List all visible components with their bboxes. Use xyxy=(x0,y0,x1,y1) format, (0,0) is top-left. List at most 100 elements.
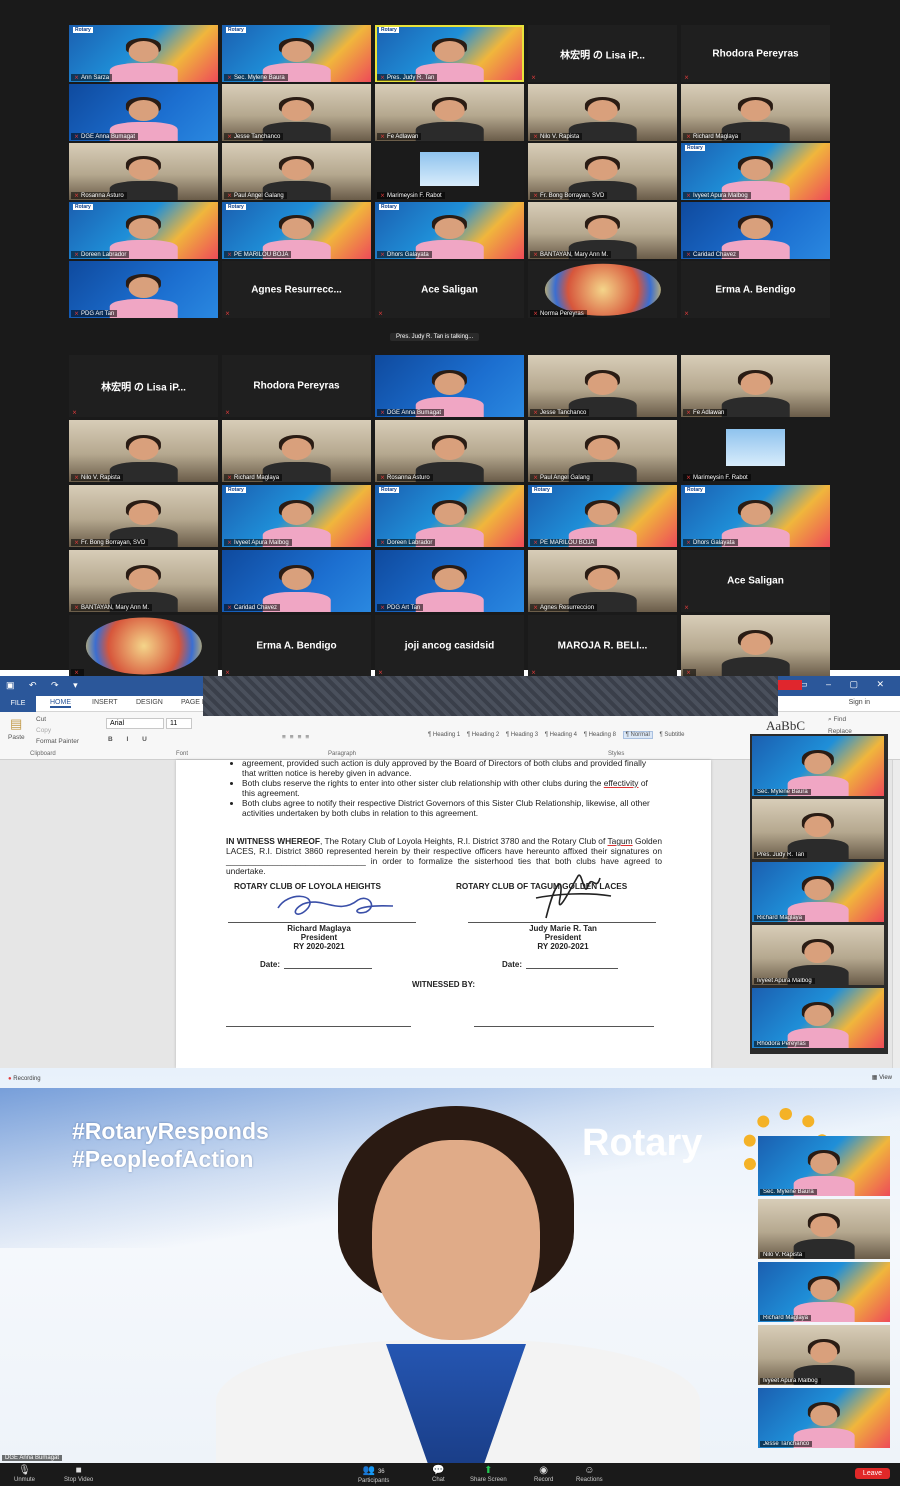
leave-button[interactable]: Leave xyxy=(854,1468,890,1479)
grid2-tile[interactable]: ⨯ Fr. Bong Borrayan, SVD xyxy=(69,485,218,547)
paragraph-align-buttons[interactable]: ≡≡≡≡ xyxy=(282,734,313,741)
style-normal[interactable]: ¶ Normal xyxy=(622,731,653,739)
view-button[interactable]: ▦ View xyxy=(872,1074,892,1081)
grid1-tile[interactable]: Ace Saligan ⨯ xyxy=(375,261,524,318)
style-heading-1[interactable]: ¶ Heading 1 xyxy=(428,732,460,738)
grid1-tile[interactable]: ⨯ Jesse Tanchanco xyxy=(222,84,371,141)
copy-button[interactable]: Copy xyxy=(36,727,51,734)
participants-button[interactable]: 👥 36 Participants xyxy=(358,1465,389,1484)
grid2-tile[interactable]: 林宏明 の Lisa iP... ⨯ xyxy=(69,355,218,417)
grid2-tile[interactable]: Rotary ⨯ Ivyeet Apura Malbog xyxy=(222,485,371,547)
format-painter-button[interactable]: Format Painter xyxy=(36,738,79,745)
grid1-tile[interactable]: ⨯ Fe Adlawan xyxy=(375,84,524,141)
grid2-tile[interactable]: ⨯ xyxy=(681,615,830,677)
tab-file[interactable]: FILE xyxy=(0,696,36,712)
grid2-tile[interactable]: ⨯ Rosanna Asturo xyxy=(375,420,524,482)
grid2-tile[interactable]: Rotary ⨯ Doreen Labrador xyxy=(375,485,524,547)
grid1-tile[interactable]: ⨯ Nilo V. Rapista xyxy=(528,84,677,141)
share-screen-button[interactable]: ⬆ Share Screen xyxy=(470,1465,507,1483)
grid2-tile[interactable]: ⨯ Nilo V. Rapista xyxy=(69,420,218,482)
grid1-tile[interactable]: Rotary ⨯ Pres. Judy R. Tan xyxy=(375,25,524,82)
speaker.strip-thumbnail[interactable]: Sec. Mylene Baura xyxy=(758,1136,890,1196)
grid2-tile[interactable]: ⨯ Agnes Resurreccion xyxy=(528,550,677,612)
grid1-tile[interactable]: Agnes Resurrecc... ⨯ xyxy=(222,261,371,318)
grid1-tile[interactable]: ⨯ Richard Maglaya xyxy=(681,84,830,141)
grid1-tile[interactable]: Erma A. Bendigo ⨯ xyxy=(681,261,830,318)
stop-video-label: Stop Video xyxy=(64,1477,94,1483)
font-name-box[interactable]: Arial xyxy=(106,718,164,729)
unmute-button[interactable]: 🎙 Unmute xyxy=(14,1465,35,1483)
cut-button[interactable]: Cut xyxy=(36,716,46,723)
reactions-button[interactable]: ☺ Reactions xyxy=(576,1465,603,1483)
grid2-tile[interactable]: Ace Saligan ⨯ xyxy=(681,550,830,612)
grid2-tile[interactable]: ⨯ Fe Adlawan xyxy=(681,355,830,417)
grid1-tile[interactable]: ⨯ Norma Pereyras xyxy=(528,261,677,318)
grid2-tile[interactable]: ⨯ BANTAYAN, Mary Ann M. xyxy=(69,550,218,612)
word.side-thumbnail[interactable]: Ivyeet Apura Malbog xyxy=(752,925,884,985)
mic-muted-icon: 🎙 xyxy=(18,1465,31,1476)
grid1-tile[interactable]: Rotary ⨯ Ivyeet Apura Malbog xyxy=(681,143,830,200)
grid2-tile[interactable]: ⨯ DGE Anna Bumagat xyxy=(375,355,524,417)
grid1-tile[interactable]: ⨯ Caridad Chavez xyxy=(681,202,830,259)
grid2-tile[interactable]: ⨯ Jesse Tanchanco xyxy=(528,355,677,417)
grid2-tile[interactable]: ⨯ Richard Maglaya xyxy=(222,420,371,482)
grid1-tile[interactable]: Rotary ⨯ Doreen Labrador xyxy=(69,202,218,259)
paste-button[interactable]: Paste xyxy=(8,734,25,741)
word.side-thumbnail[interactable]: Richard Maglaya xyxy=(752,862,884,922)
document-page[interactable]: agreement, provided such action is duly … xyxy=(176,758,711,1068)
grid1-tile[interactable]: ⨯ Fr. Bong Borrayan, SVD xyxy=(528,143,677,200)
grid2-tile[interactable]: ⨯ PDG Art Tan xyxy=(375,550,524,612)
styles-gallery[interactable]: ¶ Heading 1 ¶ Heading 2 ¶ Heading 3 ¶ He… xyxy=(428,731,689,746)
font-size-box[interactable]: 11 xyxy=(166,718,192,729)
grid2-tile[interactable]: ⨯ xyxy=(69,615,218,677)
grid1-tile[interactable]: ⨯ DGE Anna Bumagat xyxy=(69,84,218,141)
tab-design[interactable]: DESIGN xyxy=(136,699,163,706)
style-heading-4[interactable]: ¶ Heading 4 xyxy=(545,732,577,738)
grid1-tile[interactable]: ⨯ Rosanna Asturo xyxy=(69,143,218,200)
grid1-tile[interactable]: ⨯ Marimeysin F. Rabot xyxy=(375,143,524,200)
record-button[interactable]: ◉ Record xyxy=(534,1465,553,1483)
grid1-tile[interactable]: ⨯ PDG Art Tan xyxy=(69,261,218,318)
paste-icon[interactable]: ▤ xyxy=(10,716,22,732)
word.side-thumbnail[interactable]: Pres. Judy R. Tan xyxy=(752,799,884,859)
speaker.strip-thumbnail[interactable]: Richard Maglaya xyxy=(758,1262,890,1322)
sign-in-link[interactable]: Sign in xyxy=(849,699,870,706)
style-heading-8[interactable]: ¶ Heading 8 xyxy=(584,732,616,738)
grid1-tile[interactable]: Rotary ⨯ Ann Sarza xyxy=(69,25,218,82)
grid2-tile[interactable]: Erma A. Bendigo ⨯ xyxy=(222,615,371,677)
grid2-tile[interactable]: Rhodora Pereyras ⨯ xyxy=(222,355,371,417)
style-subtitle[interactable]: ¶ Subtitle xyxy=(660,732,685,738)
grid2-tile[interactable]: ⨯ Paul Angel Galang xyxy=(528,420,677,482)
font-format-buttons[interactable]: B I U xyxy=(108,736,153,743)
grid2-tile[interactable]: Rotary ⨯ PE MARILOU BOJA xyxy=(528,485,677,547)
participant-name-label: ⨯ xyxy=(71,669,85,676)
find-button[interactable]: ⌕ Find xyxy=(828,716,846,724)
tab-insert[interactable]: INSERT xyxy=(92,699,118,706)
grid1-tile[interactable]: Rotary ⨯ Dhors Galayata xyxy=(375,202,524,259)
stop-video-button[interactable]: ■ Stop Video xyxy=(64,1465,93,1483)
tab-home[interactable]: HOME xyxy=(50,699,71,708)
sky-image xyxy=(725,429,786,467)
grid1-tile[interactable]: Rotary ⨯ Sec. Mylene Baura xyxy=(222,25,371,82)
document-scrollbar[interactable] xyxy=(892,760,900,1068)
quick-access-icons[interactable]: ▣ ↶ ↷ ▾ xyxy=(6,680,84,691)
grid1-tile[interactable]: Rhodora Pereyras ⨯ xyxy=(681,25,830,82)
chat-button[interactable]: 💬 Chat xyxy=(432,1465,445,1483)
grid2-tile[interactable]: joji ancog casidsid ⨯ xyxy=(375,615,524,677)
grid1-tile[interactable]: ⨯ BANTAYAN, Mary Ann M. xyxy=(528,202,677,259)
grid1-tile[interactable]: 林宏明 の Lisa iP... ⨯ xyxy=(528,25,677,82)
word.side-thumbnail[interactable]: Rhodora Pereyras xyxy=(752,988,884,1048)
speaker.strip-thumbnail[interactable]: Nilo V. Rapista xyxy=(758,1199,890,1259)
style-preview[interactable]: AaBbC xyxy=(766,718,805,734)
grid1-tile[interactable]: ⨯ Paul Angel Galang xyxy=(222,143,371,200)
grid2-tile[interactable]: MAROJA R. BELI... ⨯ xyxy=(528,615,677,677)
style-heading-3[interactable]: ¶ Heading 3 xyxy=(506,732,538,738)
grid2-tile[interactable]: ⨯ Marimeysin F. Rabot xyxy=(681,420,830,482)
word.side-thumbnail[interactable]: Sec. Mylene Baura xyxy=(752,736,884,796)
grid2-tile[interactable]: ⨯ Caridad Chavez xyxy=(222,550,371,612)
style-heading-2[interactable]: ¶ Heading 2 xyxy=(467,732,499,738)
grid2-tile[interactable]: Rotary ⨯ Dhors Galayata xyxy=(681,485,830,547)
speaker.strip-thumbnail[interactable]: Jesse Tanchanco xyxy=(758,1388,890,1448)
speaker.strip-thumbnail[interactable]: Ivyeet Apura Malbog xyxy=(758,1325,890,1385)
grid1-tile[interactable]: Rotary ⨯ PE MARILOU BOJA xyxy=(222,202,371,259)
